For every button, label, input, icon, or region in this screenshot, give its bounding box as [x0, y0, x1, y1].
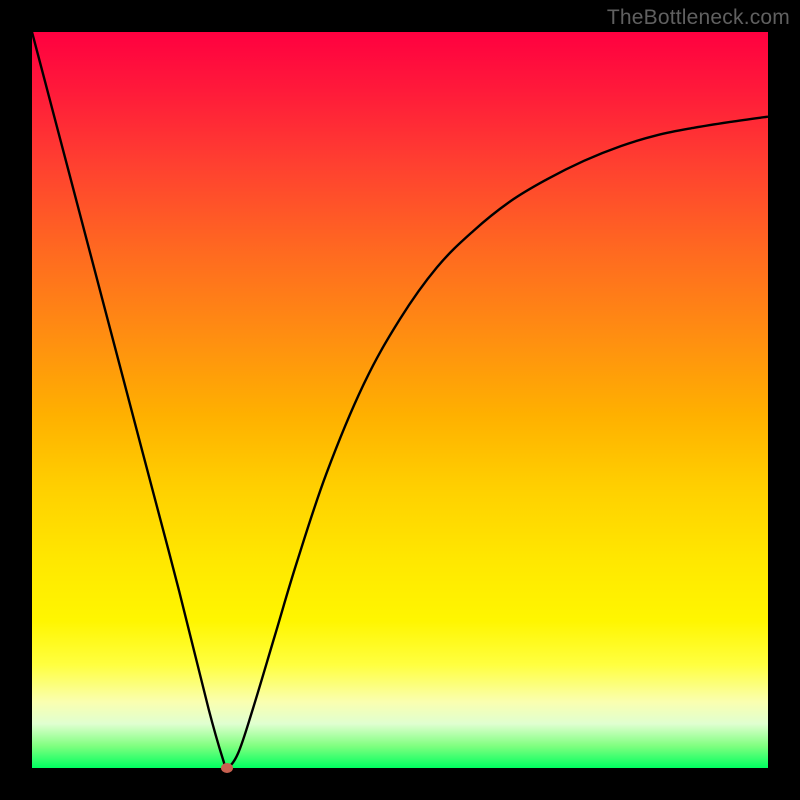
curve-svg — [32, 32, 768, 768]
minimum-marker — [221, 763, 233, 773]
watermark-text: TheBottleneck.com — [607, 6, 790, 30]
chart-frame: TheBottleneck.com — [0, 0, 800, 800]
plot-area — [32, 32, 768, 768]
bottleneck-curve — [32, 32, 768, 768]
